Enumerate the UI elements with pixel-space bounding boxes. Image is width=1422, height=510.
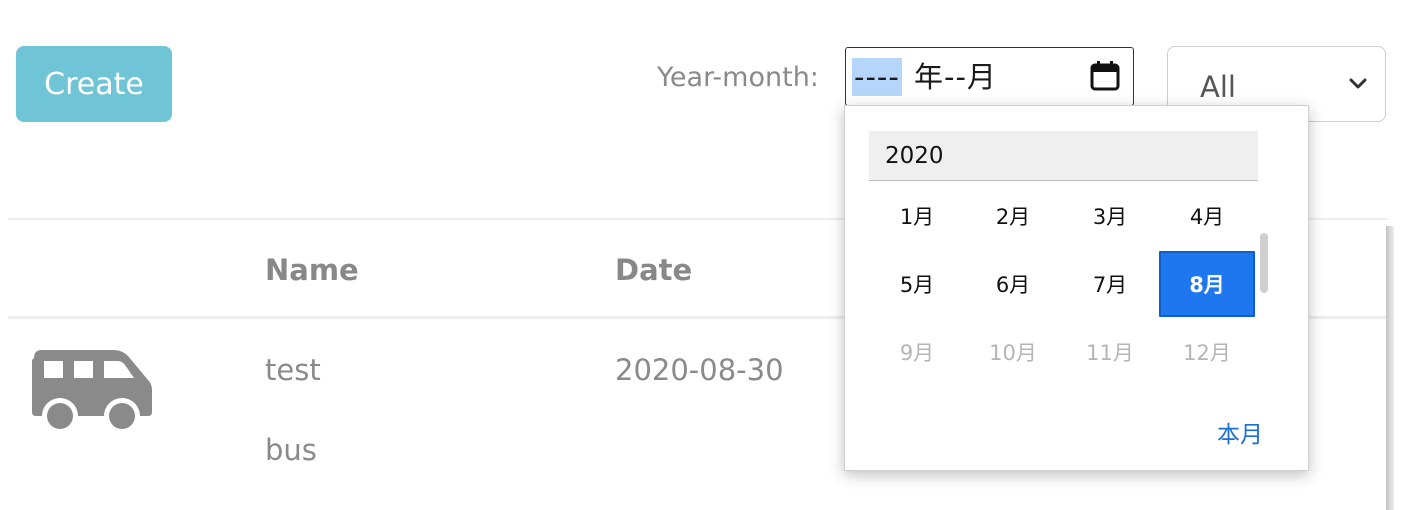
create-button[interactable]: Create [16,46,172,122]
column-header-name[interactable]: Name [265,250,359,290]
month-picker-popup: 2020 1月 2月 3月 4月 5月 6月 7月 8月 9月 10月 11月 12月 本月 [844,105,1309,471]
month-option-6[interactable]: 6月 [965,251,1061,317]
filter-select-value: All [1200,70,1236,104]
calendar-icon[interactable] [1089,60,1121,92]
bus-icon [32,350,152,434]
row-name: test [265,353,321,387]
month-option-5[interactable]: 5月 [869,251,965,317]
row-type: bus [265,433,317,467]
month-option-3[interactable]: 3月 [1062,183,1158,249]
row-date: 2020-08-30 [615,353,784,387]
month-option-4[interactable]: 4月 [1159,183,1255,249]
year-month-input[interactable]: ---- 年--月 [845,47,1134,106]
month-option-10: 10月 [989,341,1037,365]
month-option-2[interactable]: 2月 [965,183,1061,249]
picker-year-header[interactable]: 2020 [869,131,1258,181]
month-option-11: 11月 [1086,341,1134,365]
month-option-9: 9月 [899,341,935,365]
month-option-1[interactable]: 1月 [869,183,965,249]
month-segments[interactable]: 年--月 [914,58,997,96]
chevron-down-icon [1349,78,1367,89]
month-option-12: 12月 [1183,341,1231,365]
month-option-8[interactable]: 8月 [1159,251,1255,317]
table-edge-shadow [1386,226,1394,510]
picker-scrollbar[interactable] [1260,233,1268,293]
month-option-7[interactable]: 7月 [1062,251,1158,317]
page: Create Year-month: ---- 年--月 All Name Da… [0,0,1422,510]
column-header-date[interactable]: Date [615,250,692,290]
picker-year: 2020 [885,143,944,169]
year-month-label: Year-month: [657,62,819,93]
this-month-link[interactable]: 本月 [1217,418,1263,452]
year-segment[interactable]: ---- [852,58,902,96]
